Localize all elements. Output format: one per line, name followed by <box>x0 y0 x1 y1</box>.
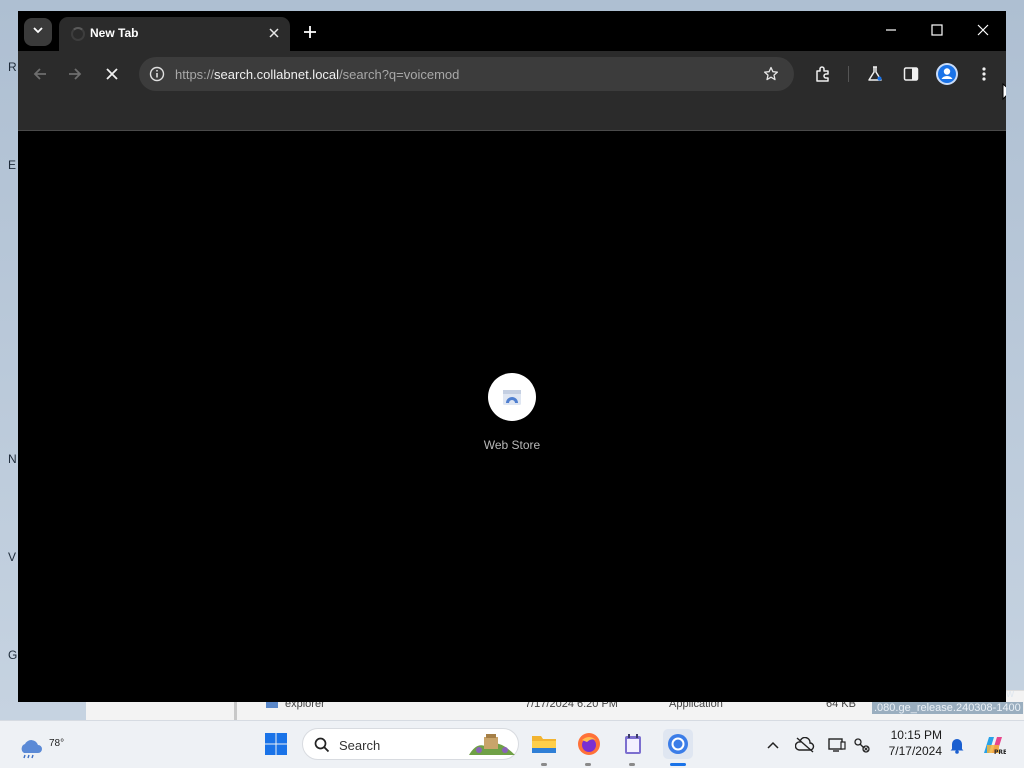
close-icon <box>977 24 989 36</box>
desktop-icon-label: V <box>8 550 17 564</box>
shortcut-web-store[interactable]: Web Store <box>472 373 552 452</box>
copilot-button[interactable]: PRE <box>980 732 1006 758</box>
labs-flask-icon <box>868 66 882 81</box>
mouse-cursor <box>1002 82 1006 103</box>
profile-icon <box>936 63 958 85</box>
browser-menu-button[interactable] <box>971 61 997 87</box>
running-indicator <box>541 763 547 766</box>
new-tab-button[interactable] <box>298 20 322 44</box>
chrome-icon <box>668 734 688 754</box>
taskbar-chrome[interactable] <box>663 729 693 759</box>
weather-widget[interactable]: 78° <box>18 729 64 761</box>
bell-icon <box>950 739 964 754</box>
extensions-button[interactable] <box>810 61 836 87</box>
bookmark-star-button[interactable] <box>761 64 781 84</box>
tab-title: New Tab <box>90 26 139 40</box>
plus-icon <box>304 26 316 38</box>
address-bar[interactable]: https://search.collabnet.local/search?q=… <box>139 57 794 91</box>
url-host: search.collabnet.local <box>214 67 340 82</box>
stop-loading-button[interactable] <box>99 61 125 87</box>
file-explorer-icon <box>532 736 556 753</box>
taskbar-notepad[interactable] <box>619 730 647 758</box>
tab-new-tab[interactable]: New Tab <box>59 17 290 51</box>
close-window-button[interactable] <box>960 15 1006 45</box>
tray-display[interactable] <box>827 735 847 755</box>
cloud-offline-icon <box>795 737 815 753</box>
windows-start-icon <box>265 733 287 755</box>
back-button[interactable] <box>27 61 53 87</box>
copilot-icon: PRE <box>984 737 1006 756</box>
site-info-button[interactable] <box>147 64 167 84</box>
side-panel-button[interactable] <box>898 61 924 87</box>
maximize-icon <box>931 24 943 36</box>
close-icon <box>269 28 279 38</box>
firefox-icon <box>578 733 600 755</box>
taskbar-file-explorer[interactable] <box>530 730 558 758</box>
browser-window: New Tab https://search.collabnet.local/s… <box>18 11 1006 702</box>
desktop-icon-label: E <box>8 158 17 172</box>
star-icon <box>763 66 779 81</box>
clock-time: 10:15 PM <box>890 728 942 742</box>
clock-date: 7/17/2024 <box>888 744 942 758</box>
tab-close-button[interactable] <box>264 23 284 43</box>
display-icon <box>828 738 846 752</box>
url-path: /search?q=voicemod <box>339 67 460 82</box>
url-scheme: https:// <box>175 67 215 82</box>
taskbar-firefox[interactable] <box>575 730 603 758</box>
back-arrow-icon <box>33 68 46 80</box>
svg-text:PRE: PRE <box>994 749 1006 756</box>
info-icon <box>149 66 165 82</box>
desktop-icon-label: R <box>8 60 17 74</box>
minimize-icon <box>886 29 896 31</box>
desktop-icon-label: G <box>8 648 18 662</box>
shortcut-label: Web Store <box>483 438 541 452</box>
weather-cloud-icon <box>21 740 42 759</box>
tab-search-icon <box>32 23 44 41</box>
active-indicator <box>670 763 686 766</box>
start-button[interactable] <box>262 730 290 758</box>
show-hidden-icons-button[interactable] <box>763 735 783 755</box>
shortcut-tile[interactable] <box>488 373 536 421</box>
taskbar-search-box[interactable]: Search <box>302 728 519 760</box>
profile-button[interactable] <box>934 61 960 87</box>
forward-button[interactable] <box>62 61 88 87</box>
taskbar: 78° Search 10:15 PM 7/17/2024 PRE <box>0 720 1024 768</box>
page-content: Web Store <box>18 132 1006 702</box>
build-watermark: .080.ge_release.240308-1400 <box>872 702 1023 714</box>
maximize-button[interactable] <box>914 15 960 45</box>
search-icon <box>314 737 330 753</box>
desktop-icon-label: N <box>8 452 17 466</box>
stop-icon <box>106 68 118 80</box>
chevron-up-icon <box>767 741 779 749</box>
network-icon <box>854 738 870 753</box>
notepad-icon <box>625 734 641 754</box>
notifications-button[interactable] <box>947 735 967 755</box>
bookmarks-bar <box>18 96 1006 131</box>
running-indicator <box>629 763 635 766</box>
running-indicator <box>585 763 591 766</box>
spinner-icon <box>71 27 85 41</box>
labs-button[interactable] <box>862 61 888 87</box>
search-placeholder: Search <box>339 738 381 753</box>
tab-search-button[interactable] <box>24 18 52 46</box>
weather-temperature: 78° <box>49 738 65 749</box>
url-text[interactable]: https://search.collabnet.local/search?q=… <box>175 67 459 82</box>
tray-network[interactable] <box>852 735 872 755</box>
web-store-icon <box>503 390 521 405</box>
kebab-menu-icon <box>982 67 986 81</box>
extensions-icon <box>816 66 829 82</box>
tray-onedrive[interactable] <box>795 735 815 755</box>
browser-toolbar: https://search.collabnet.local/search?q=… <box>18 51 1006 96</box>
taskbar-clock[interactable]: 10:15 PM 7/17/2024 <box>880 727 942 759</box>
toolbar-divider <box>848 66 849 82</box>
side-panel-icon <box>903 67 919 81</box>
search-highlight-image <box>469 734 515 755</box>
forward-arrow-icon <box>69 68 82 80</box>
minimize-button[interactable] <box>868 15 914 45</box>
tab-strip: New Tab <box>18 11 1006 51</box>
